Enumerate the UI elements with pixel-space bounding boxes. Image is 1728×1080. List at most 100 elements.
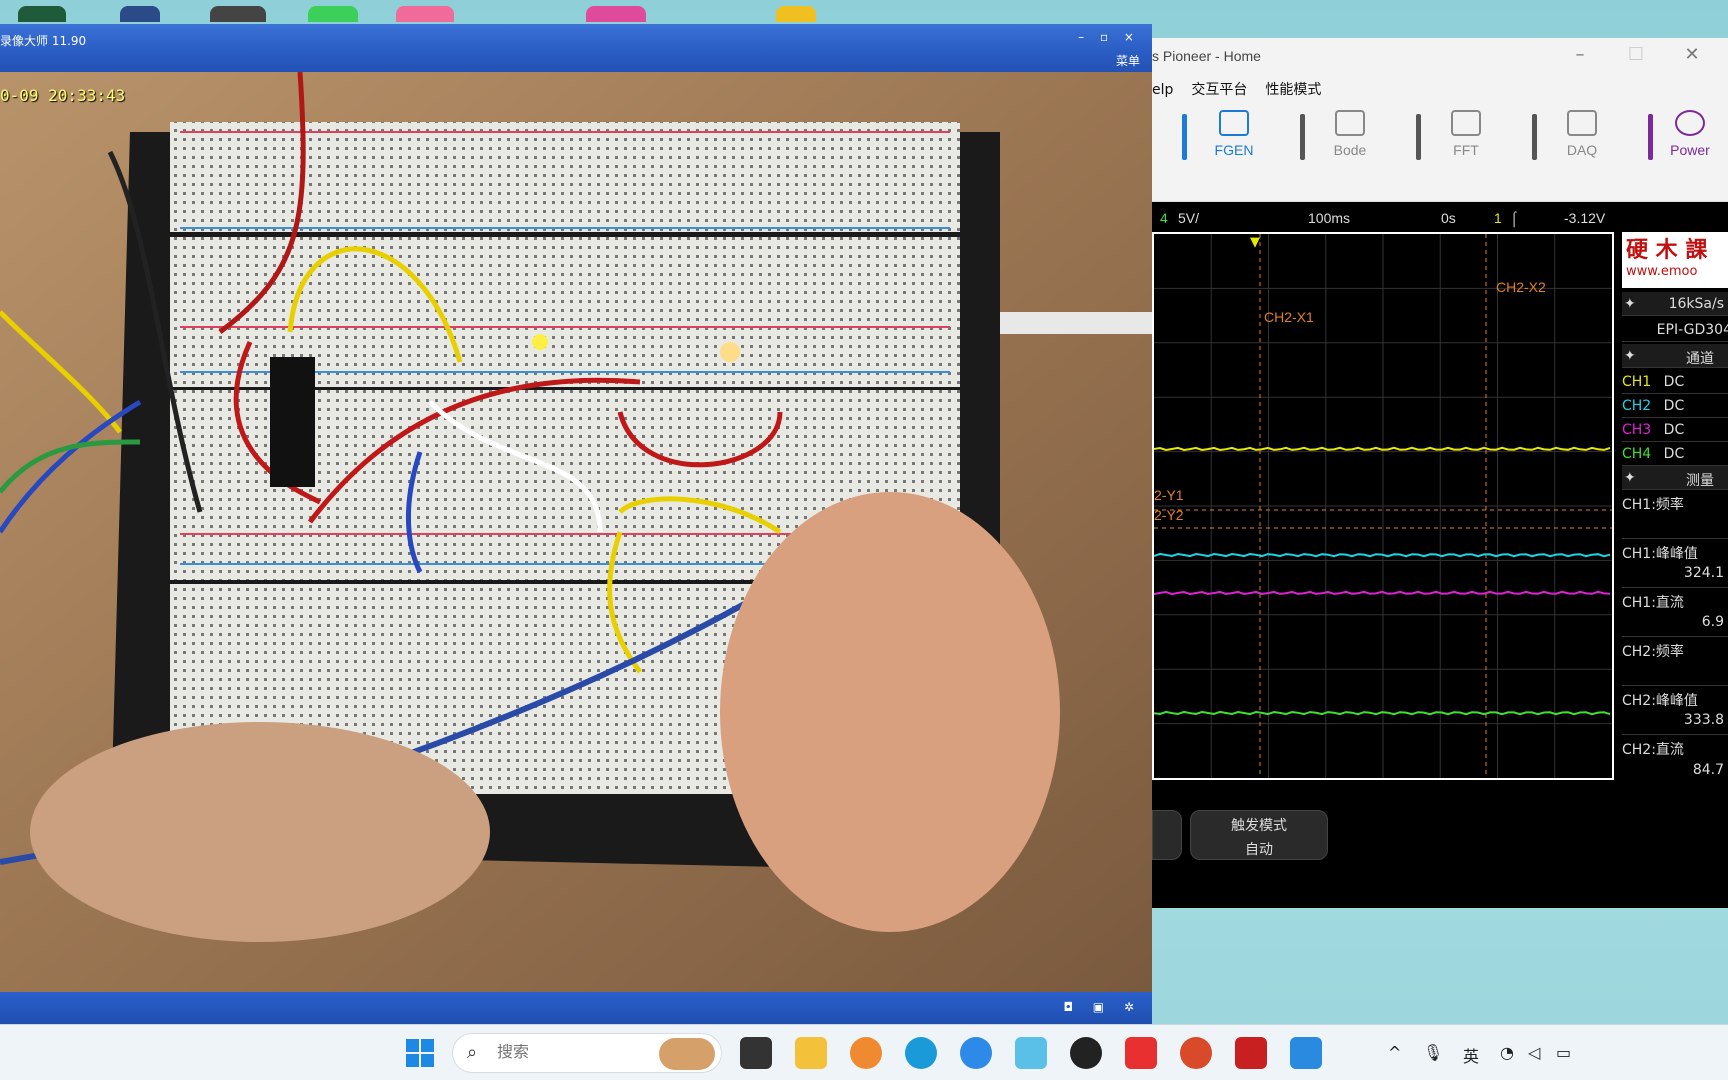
right-hand (720, 492, 1060, 932)
live-app-icon[interactable] (1015, 1037, 1047, 1069)
tool-bode-label: Bode (1333, 142, 1367, 158)
minimize-button[interactable]: – (1552, 44, 1608, 65)
channel-coupling: DC (1663, 446, 1685, 462)
measurement-row[interactable]: CH2:直流 84.7 (1622, 735, 1728, 784)
status-channel[interactable]: 4 (1160, 210, 1168, 226)
measurement-label: CH1:直流 (1622, 595, 1684, 611)
volume-icon[interactable]: ◁ (1528, 1043, 1540, 1062)
scope-grid: CH2-X1 CH2-X2 2-Y1 2-Y2 ▼ (1153, 234, 1612, 778)
trace-ch2 (1153, 552, 1611, 558)
dock-thumb-1[interactable] (18, 6, 66, 22)
dock-thumb-6[interactable] (586, 6, 646, 22)
scope-prev-button[interactable] (1152, 810, 1182, 860)
status-offset[interactable]: 0s (1441, 210, 1456, 226)
top-dock (0, 0, 1728, 22)
channel-name: CH2 (1622, 398, 1652, 414)
dock-thumb-4[interactable] (308, 6, 358, 22)
channels-header-label: 通道 (1686, 351, 1714, 367)
calculator-icon[interactable] (1290, 1037, 1322, 1069)
menu-help[interactable]: elp (1152, 82, 1173, 98)
tool-fft-label: FFT (1453, 142, 1479, 158)
measure-header[interactable]: ✦ 测量 (1622, 466, 1728, 490)
channel-row-ch1[interactable]: CH1 DC (1622, 370, 1728, 394)
oscilloscope-app-icon[interactable] (1235, 1037, 1267, 1069)
wifi-icon[interactable]: ◔ (1500, 1043, 1514, 1062)
taskbar: ⌕ ^ 🎙 英 ◔ ◁ ▭ (0, 1024, 1728, 1080)
tool-fft[interactable]: FFT (1426, 110, 1506, 168)
channels-header[interactable]: ✦ 通道 (1622, 344, 1728, 368)
sample-rate-row[interactable]: ✦ 16kSa/s (1622, 292, 1728, 316)
trigger-mode-value: 自动 (1245, 842, 1273, 858)
status-volts-div[interactable]: 5V/ (1178, 210, 1199, 226)
dock-thumb-2[interactable] (120, 6, 160, 22)
tool-fgen[interactable]: FGEN (1194, 110, 1274, 168)
dock-thumb-7[interactable] (776, 6, 816, 22)
measurement-value: 6.9 (1701, 614, 1724, 630)
scope-bottom-bar: 触发模式 自动 (1152, 780, 1728, 866)
search-highlight-image (659, 1038, 715, 1070)
dock-thumb-5[interactable] (396, 6, 454, 22)
measurement-row[interactable]: CH2:频率 (1622, 637, 1728, 686)
measurement-row[interactable]: CH2:峰峰值 333.8 (1622, 686, 1728, 735)
red-app-icon[interactable] (1125, 1037, 1157, 1069)
measurement-value: 333.8 (1683, 712, 1724, 728)
sparkle-icon: ✦ (1624, 470, 1636, 486)
bode-icon (1335, 110, 1365, 136)
tool-daq[interactable]: DAQ (1542, 110, 1622, 168)
measurement-row[interactable]: CH1:直流 6.9 (1622, 588, 1728, 637)
file-explorer-icon[interactable] (795, 1037, 827, 1069)
maximize-button[interactable]: ☐ (1608, 44, 1664, 65)
power-icon (1675, 110, 1705, 136)
tool-power[interactable]: Power (1652, 110, 1728, 168)
camera-menu-button[interactable]: 菜单 (1116, 52, 1140, 69)
taskbar-search[interactable]: ⌕ (452, 1033, 722, 1073)
ie-browser-icon[interactable] (960, 1037, 992, 1069)
status-time-div[interactable]: 100ms (1308, 210, 1350, 226)
trigger-mode-button[interactable]: 触发模式 自动 (1190, 810, 1328, 860)
camera-titlebar[interactable]: 录像大师 11.90 – ▫ × 菜单 (0, 24, 1152, 72)
measurement-label: CH2:峰峰值 (1622, 693, 1698, 709)
status-trigger-level[interactable]: -3.12V (1564, 210, 1605, 226)
scope-display[interactable]: CH2-X1 CH2-X2 2-Y1 2-Y2 ▼ (1152, 232, 1614, 780)
scope-titlebar[interactable]: s Pioneer - Home – ☐ ✕ (1152, 38, 1728, 76)
search-input[interactable] (497, 1044, 647, 1062)
camera-window-controls[interactable]: – ▫ × (1078, 30, 1140, 44)
tool-bode[interactable]: Bode (1310, 110, 1390, 168)
cursor-label-x2: CH2-X2 (1496, 279, 1546, 295)
tool-fgen-label: FGEN (1214, 142, 1254, 158)
chevron-up-icon[interactable]: ^ (1388, 1043, 1401, 1062)
menu-interactive-platform[interactable]: 交互平台 (1191, 79, 1247, 99)
grid-lines (1154, 234, 1612, 778)
measurement-label: CH1:峰峰值 (1622, 546, 1698, 562)
ime-indicator[interactable]: 英 (1463, 1043, 1479, 1067)
measurement-row[interactable]: CH1:频率 (1622, 490, 1728, 539)
oscilloscope-window[interactable]: s Pioneer - Home – ☐ ✕ elp 交互平台 性能模式 FGEN Bo… (1152, 38, 1728, 908)
channel-name: CH1 (1622, 374, 1652, 390)
channel-row-ch4[interactable]: CH4 DC (1622, 442, 1728, 466)
camera-status-icons[interactable]: ◘ ▣ ✲ (1063, 1000, 1142, 1014)
edge-browser-icon[interactable] (905, 1037, 937, 1069)
microphone-icon[interactable]: 🎙 (1423, 1043, 1443, 1062)
search-icon: ⌕ (467, 1042, 478, 1063)
camera-recorder-window[interactable]: 录像大师 11.90 – ▫ × 菜单 0-09 20:33:43 ◘ ▣ ✲ (0, 24, 1152, 1024)
search-tool-icon[interactable] (850, 1037, 882, 1069)
camera-recorder-icon[interactable] (1070, 1037, 1102, 1069)
powerpoint-icon[interactable] (1180, 1037, 1212, 1069)
measure-header-label: 测量 (1686, 473, 1714, 489)
cursor-label-x1: CH2-X1 (1264, 309, 1314, 325)
menu-performance-mode[interactable]: 性能模式 (1265, 79, 1321, 99)
close-button[interactable]: ✕ (1664, 44, 1720, 65)
sparkle-icon: ✦ (1624, 348, 1636, 364)
battery-icon[interactable]: ▭ (1556, 1043, 1571, 1062)
cursor-label-y2: 2-Y2 (1154, 507, 1184, 523)
channel-row-ch2[interactable]: CH2 DC (1622, 394, 1728, 418)
measurement-row[interactable]: CH1:峰峰值 324.1 (1622, 539, 1728, 588)
status-trigger-channel[interactable]: 1 (1494, 210, 1502, 226)
channel-coupling: DC (1663, 398, 1685, 414)
windows-start-icon[interactable] (404, 1037, 436, 1069)
camera-video-feed: 0-09 20:33:43 (0, 72, 1152, 992)
dock-thumb-3[interactable] (210, 6, 266, 22)
cursor-label-y1: 2-Y1 (1154, 487, 1184, 503)
channel-row-ch3[interactable]: CH3 DC (1622, 418, 1728, 442)
task-view-icon[interactable] (740, 1037, 772, 1069)
